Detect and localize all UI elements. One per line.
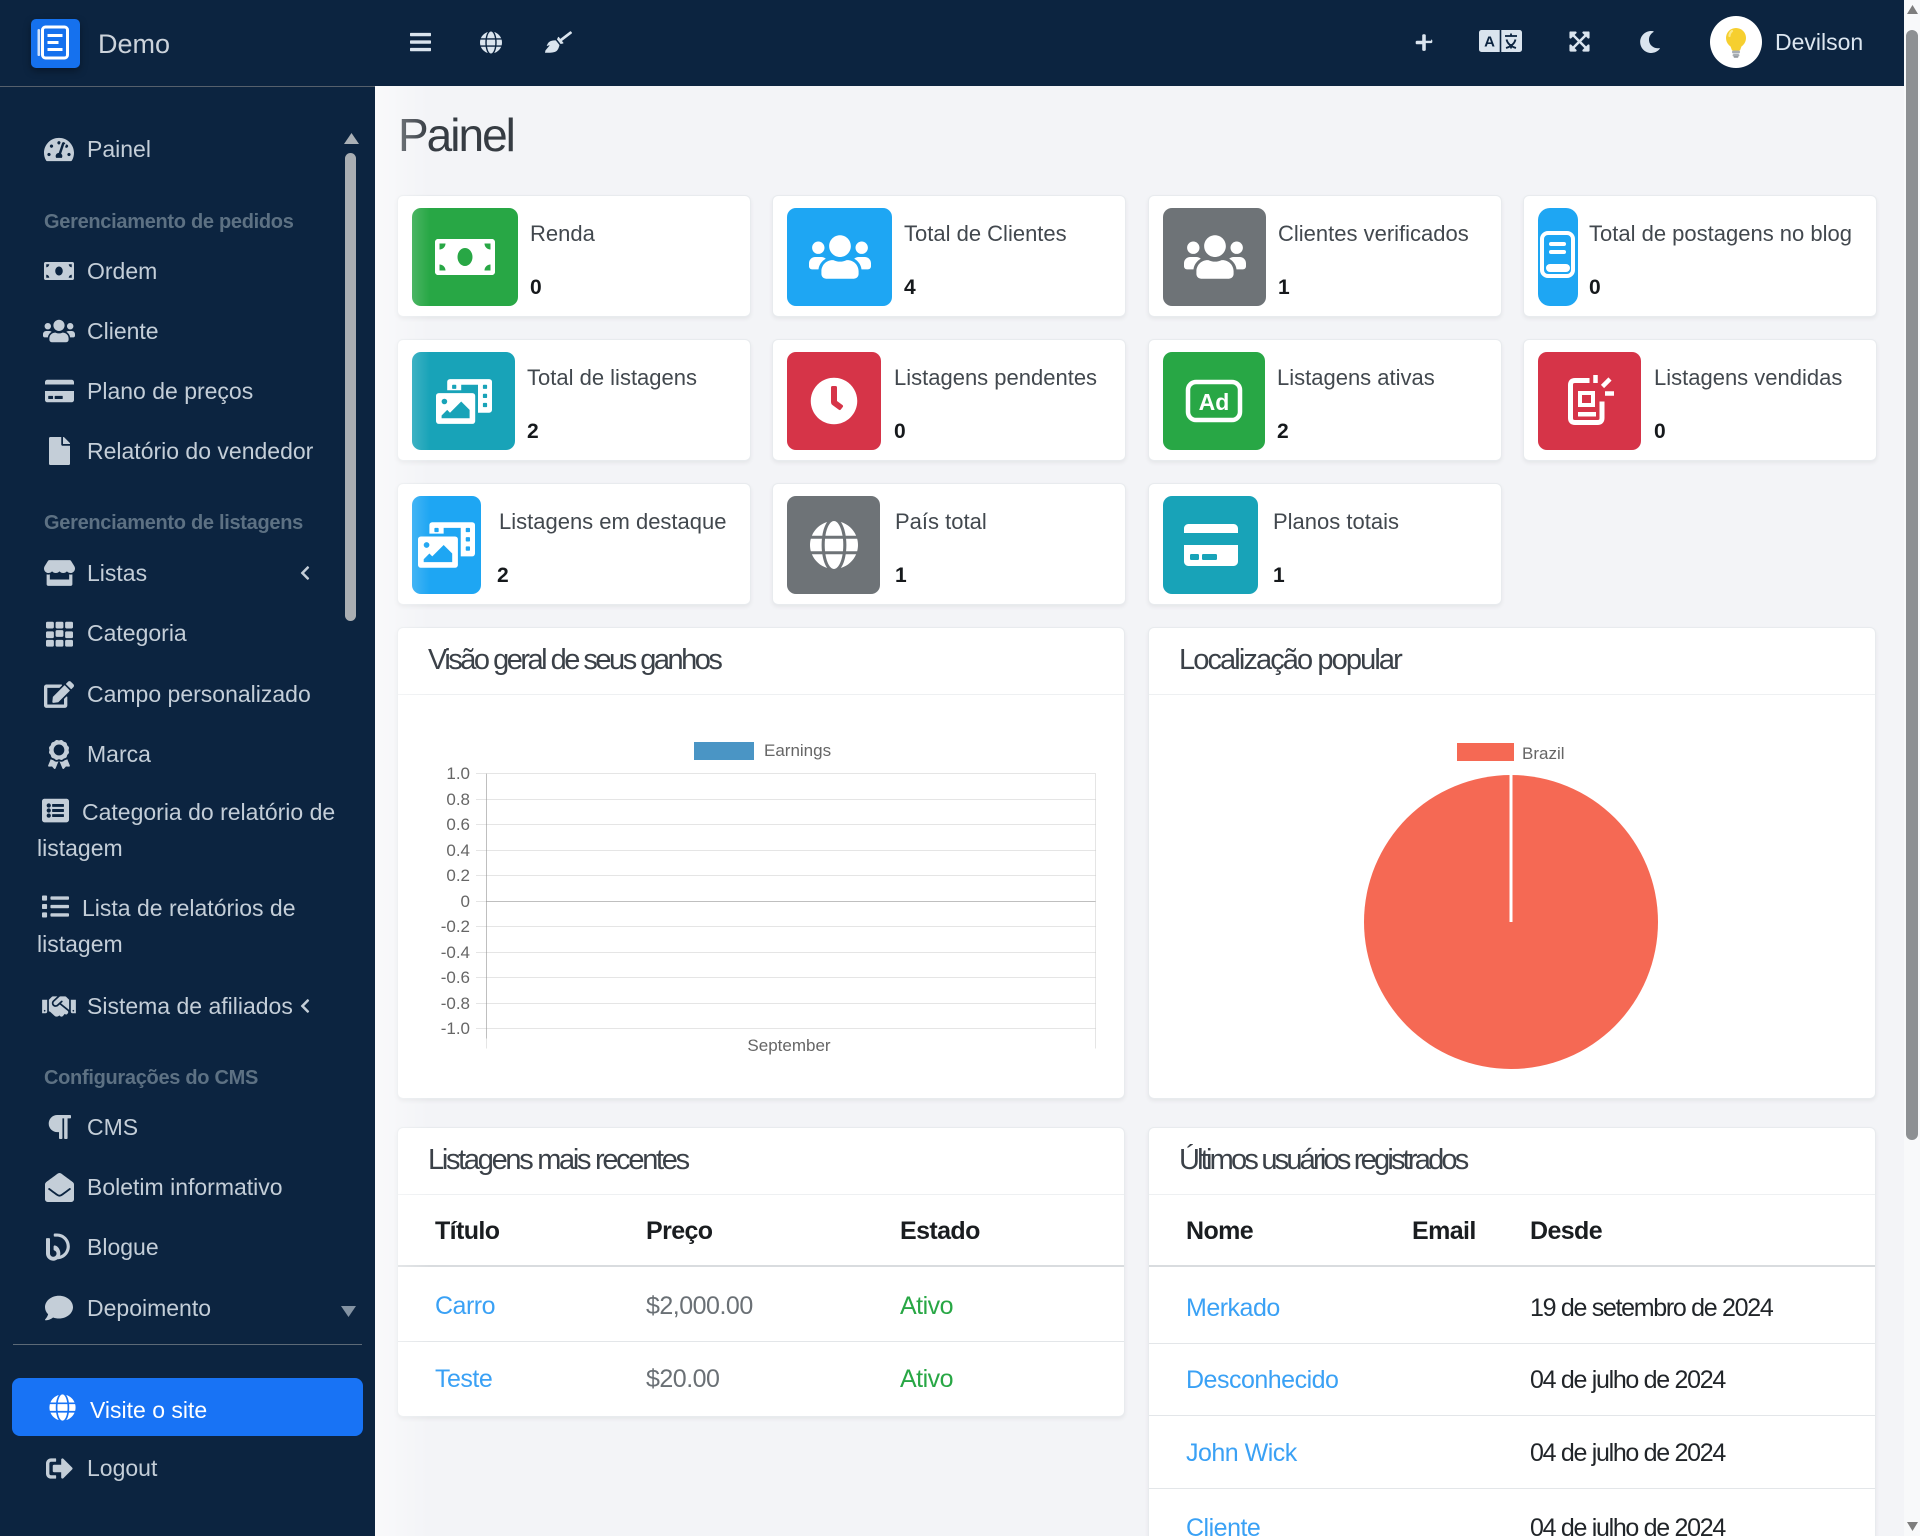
svg-text:-1.0: -1.0	[441, 1019, 470, 1038]
svg-text:Brazil: Brazil	[1522, 744, 1565, 763]
svg-text:-0.2: -0.2	[441, 917, 470, 936]
svg-text:Earnings: Earnings	[764, 741, 831, 760]
svg-text:1.0: 1.0	[446, 764, 470, 783]
svg-text:0.8: 0.8	[446, 790, 470, 809]
svg-text:0: 0	[461, 892, 470, 911]
svg-text:-0.8: -0.8	[441, 994, 470, 1013]
svg-text:-0.4: -0.4	[441, 943, 470, 962]
svg-text:0.6: 0.6	[446, 815, 470, 834]
svg-text:-0.6: -0.6	[441, 968, 470, 987]
svg-text:September: September	[747, 1036, 830, 1055]
svg-text:Ad: Ad	[1199, 389, 1230, 415]
svg-text:0.4: 0.4	[446, 841, 470, 860]
svg-text:A: A	[1484, 34, 1495, 51]
svg-text:0.2: 0.2	[446, 866, 470, 885]
